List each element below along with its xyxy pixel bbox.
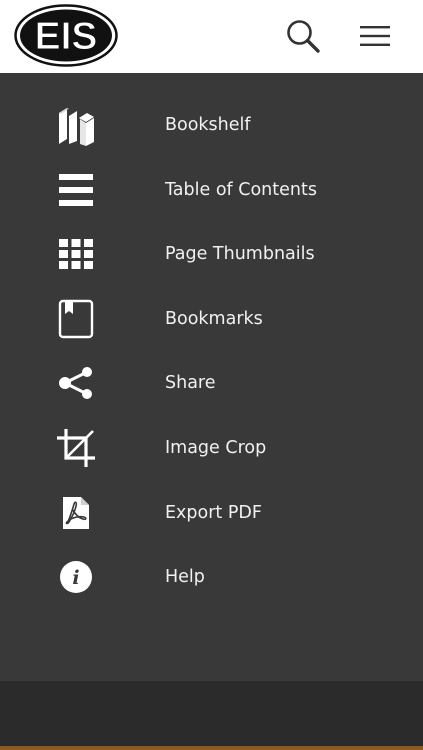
menu-item-label: Help: [165, 567, 205, 587]
grid-thumbnails-icon: [52, 234, 100, 274]
menu-item-label: Export PDF: [165, 503, 262, 523]
menu-item-bookmarks[interactable]: Bookmarks: [0, 287, 423, 351]
menu-item-help[interactable]: i Help: [0, 545, 423, 609]
menu-item-label: Table of Contents: [165, 180, 317, 200]
hamburger-menu-icon: [360, 26, 390, 46]
menu-item-table-of-contents[interactable]: Table of Contents: [0, 158, 423, 222]
search-icon: [287, 20, 320, 53]
menu-button[interactable]: [355, 16, 395, 56]
menu-item-label: Bookmarks: [165, 309, 263, 329]
svg-text:i: i: [72, 567, 79, 589]
menu-item-bookshelf[interactable]: Bookshelf: [0, 93, 423, 157]
menu-item-export-pdf[interactable]: Export PDF: [0, 481, 423, 545]
app-header: EIS: [0, 0, 423, 73]
footer-bar: [0, 681, 423, 747]
crop-icon: [52, 428, 100, 468]
bookshelf-icon: [52, 105, 100, 146]
menu-item-page-thumbnails[interactable]: Page Thumbnails: [0, 222, 423, 286]
info-icon: i: [52, 557, 100, 597]
menu-item-share[interactable]: Share: [0, 351, 423, 415]
logo-text: EIS: [35, 15, 98, 58]
pdf-icon: [52, 493, 100, 533]
menu-item-label: Bookshelf: [165, 115, 251, 135]
eis-logo[interactable]: EIS: [14, 4, 118, 67]
table-of-contents-icon: [52, 170, 100, 210]
menu-item-label: Image Crop: [165, 438, 267, 458]
search-button[interactable]: [283, 16, 323, 56]
menu-item-label: Share: [165, 373, 216, 393]
side-menu: Bookshelf Table of Contents Page Thumbna…: [0, 73, 423, 681]
menu-item-image-crop[interactable]: Image Crop: [0, 416, 423, 480]
bookmark-icon: [52, 299, 100, 339]
menu-item-label: Page Thumbnails: [165, 244, 315, 264]
share-icon: [52, 363, 100, 403]
accent-bar: [0, 746, 423, 750]
